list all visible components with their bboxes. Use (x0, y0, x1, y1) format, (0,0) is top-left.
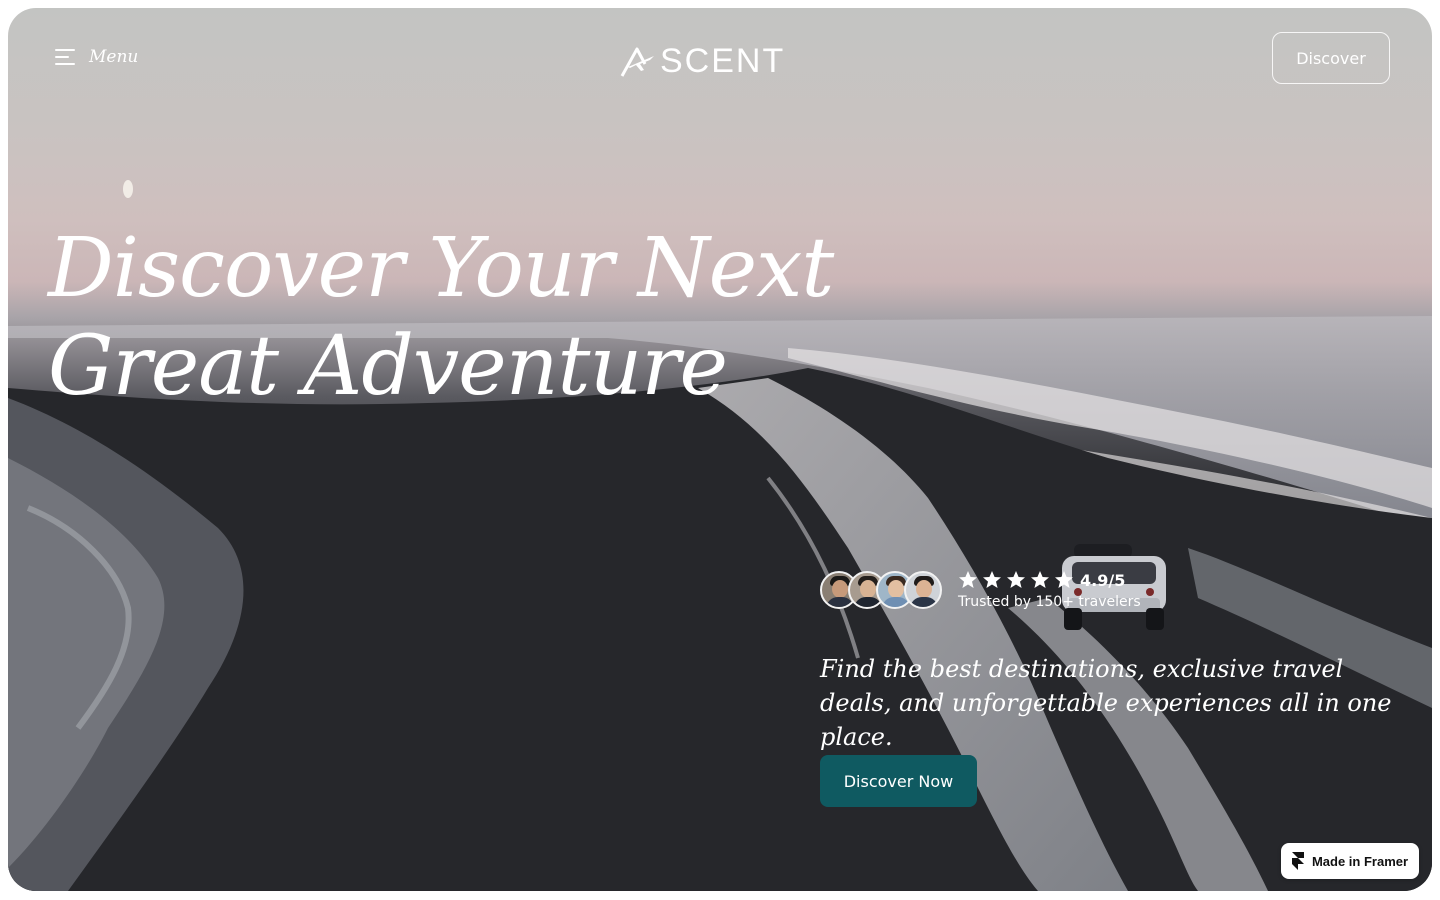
framer-icon (1291, 852, 1304, 870)
social-proof: 4.9/5 Trusted by 150+ travelers (820, 570, 1141, 610)
hamburger-icon (55, 46, 77, 68)
avatar-group (820, 571, 942, 609)
logo-text: SCENT (660, 42, 786, 80)
discover-now-button[interactable]: Discover Now (820, 755, 977, 807)
star-icon (983, 571, 1001, 588)
star-icon (1031, 571, 1049, 588)
rating-block: 4.9/5 Trusted by 150+ travelers (958, 570, 1141, 611)
menu-label: Menu (89, 47, 139, 67)
trusted-text: Trusted by 150+ travelers (958, 594, 1141, 610)
star-icon (959, 571, 977, 588)
hero-section: Menu SCENT Discover Discover Your Next G… (8, 8, 1432, 891)
star-icon (1007, 571, 1025, 588)
discover-button[interactable]: Discover (1272, 32, 1390, 84)
hero-tagline: Find the best destinations, exclusive tr… (820, 655, 1392, 751)
menu-button[interactable]: Menu (55, 46, 138, 68)
brand-logo[interactable]: SCENT (620, 42, 785, 81)
badge-label: Made in Framer (1311, 853, 1409, 869)
rating-stars: 4.9/5 (958, 570, 1141, 590)
airplane-a-icon (620, 47, 654, 77)
made-in-framer-badge[interactable]: Made in Framer (1281, 843, 1419, 879)
headline-line-2: Great Adventure (48, 319, 728, 414)
headline-line-1: Discover Your Next (48, 221, 834, 316)
hero-background-image (8, 180, 1432, 891)
avatar (904, 571, 942, 609)
hero-headline: Discover Your Next Great Adventure (48, 220, 834, 416)
rating-value: 4.9/5 (1080, 570, 1126, 590)
star-icon (1055, 571, 1073, 588)
